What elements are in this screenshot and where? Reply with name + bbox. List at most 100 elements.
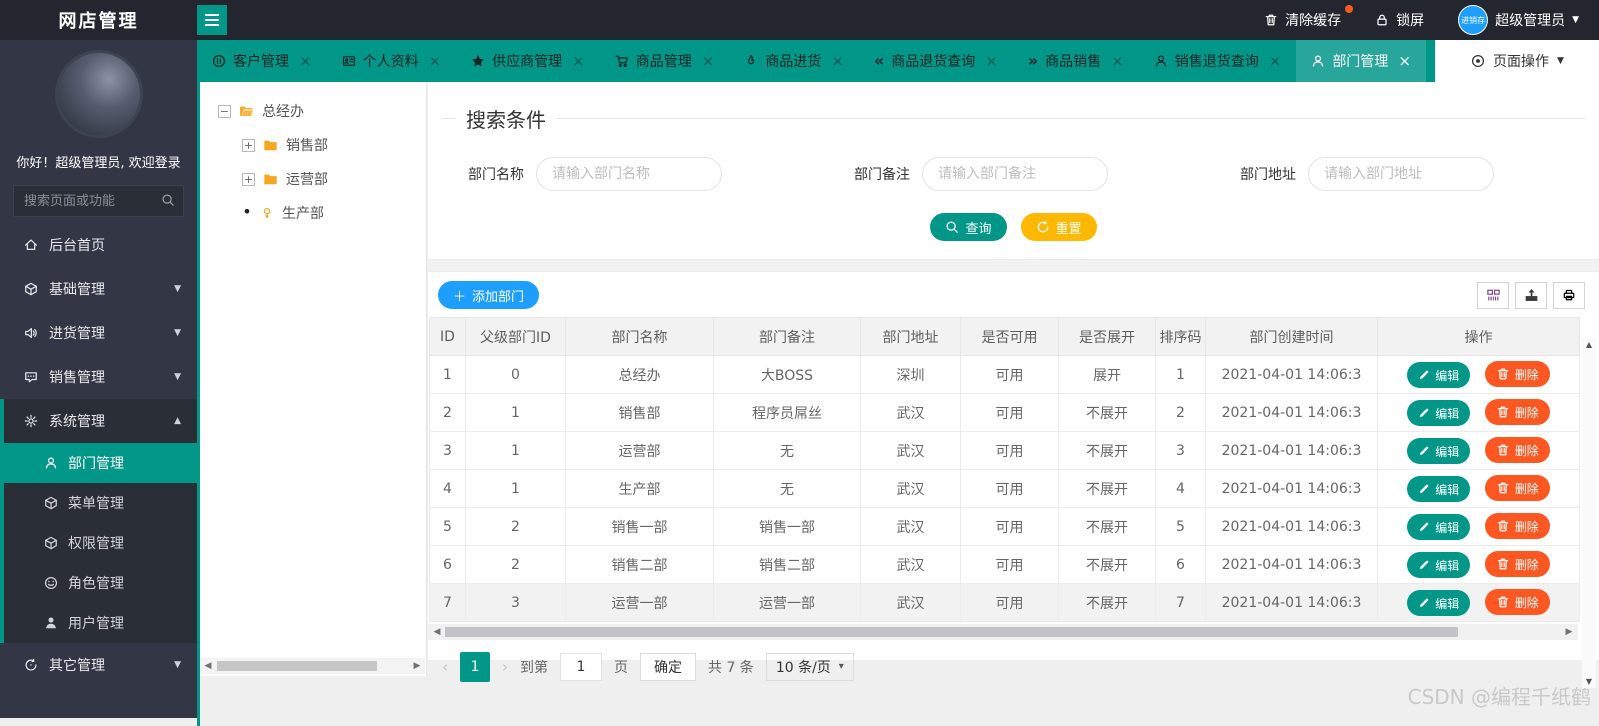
tree-expander[interactable]: − [218,104,231,118]
delete-button[interactable]: 删除 [1484,399,1550,425]
menu-toggle-button[interactable] [197,5,227,35]
cell-created: 2021-04-01 14:06:3 [1205,583,1378,622]
close-icon[interactable]: × [702,52,715,70]
lock-screen-button[interactable]: 锁屏 [1375,10,1424,30]
trash-icon [1496,481,1510,495]
scroll-right-icon[interactable]: ▶ [1561,627,1577,637]
delete-button[interactable]: 删除 [1484,513,1550,539]
export-button[interactable] [1515,281,1547,309]
scroll-down-icon[interactable]: ▼ [1581,677,1597,686]
close-icon[interactable]: × [429,52,442,70]
scroll-left-icon[interactable]: ◀ [429,627,445,637]
edit-button[interactable]: 编辑 [1407,362,1471,388]
dept-address-input[interactable] [1308,157,1494,191]
columns-filter-button[interactable] [1477,281,1509,309]
tab[interactable]: « 商品退货查询 × [859,40,1013,82]
tree-node[interactable]: • 生产部 [218,196,426,230]
table-tools [1477,281,1585,309]
cell-id: 2 [429,393,466,432]
close-icon[interactable]: × [1269,52,1282,70]
tab[interactable]: 客户管理 × [197,40,327,82]
sidebar-item[interactable]: 基础管理 ▼ [0,267,197,311]
delete-button[interactable]: 删除 [1484,437,1550,463]
confirm-button[interactable]: 确定 [640,653,696,681]
edit-button[interactable]: 编辑 [1407,514,1471,540]
cell-name: 销售部 [565,393,714,432]
dept-note-input[interactable] [922,157,1108,191]
close-icon[interactable]: × [831,52,844,70]
search-button[interactable]: 查询 [930,213,1007,241]
close-icon[interactable]: × [985,52,998,70]
tree-expander[interactable]: + [242,172,255,186]
close-icon[interactable]: × [572,52,585,70]
prev-page-button[interactable]: ‹ [442,658,448,676]
sidebar-item[interactable]: 系统管理 ▲ [0,399,197,443]
tree-expander[interactable]: • [242,203,252,220]
edit-button[interactable]: 编辑 [1407,400,1471,426]
tree-node[interactable]: + 运营部 [218,162,426,196]
sidebar-item[interactable]: 销售管理 ▼ [0,355,197,399]
delete-button[interactable]: 删除 [1484,361,1550,387]
edit-button[interactable]: 编辑 [1407,552,1471,578]
add-department-button[interactable]: ＋ 添加部门 [438,281,540,309]
next-page-button[interactable]: › [502,658,508,676]
sidebar-item[interactable]: 进货管理 ▼ [0,311,197,355]
plus-icon: ＋ [453,289,467,305]
page-operations-dropdown[interactable]: 页面操作 ▼ [1435,40,1599,82]
table-toolbar: ＋ 添加部门 [428,272,1599,317]
table-horizontal-scrollbar[interactable]: ◀ ▶ [428,624,1578,640]
sidebar-subitem[interactable]: 角色管理 [0,563,197,603]
tab[interactable]: 商品进货 × [729,40,859,82]
tab[interactable]: 销售退货查询 × [1139,40,1297,82]
edit-button[interactable]: 编辑 [1407,590,1471,616]
tab[interactable]: 部门管理 × [1296,40,1426,82]
tab[interactable]: 商品管理 × [600,40,730,82]
tree-expander[interactable]: + [242,138,255,152]
tree-horizontal-scrollbar[interactable]: ◀ ▶ [200,658,425,674]
close-icon[interactable]: × [1398,52,1411,70]
reset-button[interactable]: 重置 [1020,213,1097,241]
delete-button[interactable]: 删除 [1484,551,1550,577]
tab[interactable]: 供应商管理 × [456,40,600,82]
delete-button[interactable]: 删除 [1484,475,1550,501]
sidebar-subitem[interactable]: 部门管理 [0,443,197,483]
clear-cache-button[interactable]: 清除缓存 [1264,5,1354,30]
sidebar-item[interactable]: 其它管理 ▼ [0,643,197,687]
department-tree: − 总经办 + 销售部 + 运营部 • 生产部 [200,82,426,230]
cell-created: 2021-04-01 14:06:3 [1205,355,1378,394]
tab[interactable]: 个人资料 × [327,40,457,82]
cube-icon [44,496,58,510]
cell-address: 武汉 [860,507,961,546]
cell-sort: 7 [1155,583,1206,622]
search-input[interactable] [13,185,184,217]
table-vertical-scrollbar[interactable]: ▲ ▼ [1582,338,1596,688]
current-page[interactable]: 1 [460,652,490,682]
page-size-select[interactable]: 10 条/页 ▾ [765,653,854,681]
tree-node[interactable]: − 总经办 [218,94,426,128]
sidebar-subitem[interactable]: 用户管理 [0,603,197,643]
comment-icon [24,370,38,384]
tab[interactable]: » 商品销售 × [1013,40,1139,82]
scroll-up-icon[interactable]: ▲ [1581,340,1597,349]
scroll-left-icon[interactable]: ◀ [200,661,216,671]
dept-name-input[interactable] [536,157,722,191]
goto-page-input[interactable] [560,653,602,681]
tree-node[interactable]: + 销售部 [218,128,426,162]
scrollbar-thumb[interactable] [445,627,1458,637]
sidebar-subitem[interactable]: 权限管理 [0,523,197,563]
delete-button[interactable]: 删除 [1484,589,1550,615]
print-button[interactable] [1553,281,1585,309]
edit-button[interactable]: 编辑 [1407,438,1471,464]
cell-sort: 1 [1155,355,1206,394]
close-icon[interactable]: × [1111,52,1124,70]
edit-button[interactable]: 编辑 [1407,476,1471,502]
pencil-icon [1418,369,1430,381]
notification-dot [1345,5,1354,13]
sidebar-item[interactable]: 后台首页 [0,223,197,267]
scroll-right-icon[interactable]: ▶ [409,661,425,671]
close-icon[interactable]: × [299,52,312,70]
scrollbar-thumb[interactable] [217,661,377,671]
sidebar-subitem[interactable]: 菜单管理 [0,483,197,523]
search-icon[interactable] [161,193,175,207]
user-menu[interactable]: 进销存 超级管理员 ▼ [1458,5,1579,35]
